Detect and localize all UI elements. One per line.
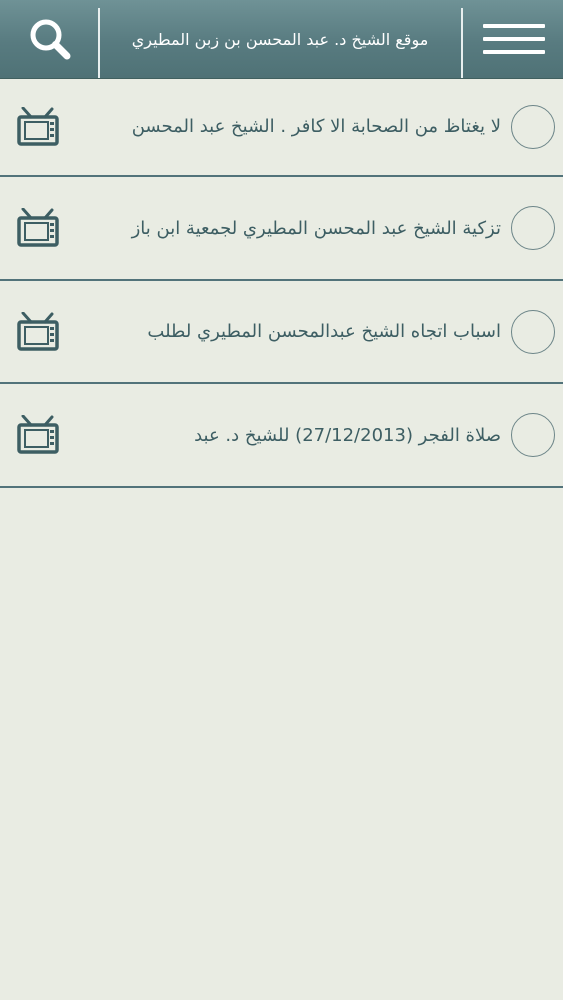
list-item[interactable]: اسباب اتجاه الشيخ عبدالمحسن المطيري لطلب xyxy=(0,281,563,384)
header-divider-right xyxy=(461,8,463,78)
menu-button[interactable] xyxy=(464,0,563,78)
list-item-title: تزكية الشيخ عبد المحسن المطيري لجمعية اب… xyxy=(131,217,501,239)
header-divider-left xyxy=(98,8,100,78)
hamburger-menu-icon xyxy=(482,24,545,54)
list-item-radio[interactable] xyxy=(511,309,555,354)
list-item[interactable]: لا يغتاظ من الصحابة الا كافر . الشيخ عبد… xyxy=(0,78,563,177)
list-item-title: صلاة الفجر (27/12/2013) للشيخ د. عبد xyxy=(194,424,501,446)
app-screen: موقع الشيخ د. عبد المحسن بن زبن المطيري … xyxy=(0,0,563,1000)
search-icon xyxy=(30,19,71,60)
list-item[interactable]: صلاة الفجر (27/12/2013) للشيخ د. عبد xyxy=(0,384,563,488)
list-item-radio[interactable] xyxy=(511,206,555,250)
search-button[interactable] xyxy=(0,0,100,78)
tv-icon xyxy=(17,106,59,146)
list-item-title: لا يغتاظ من الصحابة الا كافر . الشيخ عبد… xyxy=(131,116,501,137)
tv-icon xyxy=(17,311,59,351)
top-app-bar: موقع الشيخ د. عبد المحسن بن زبن المطيري xyxy=(0,0,563,78)
tv-icon xyxy=(17,208,59,247)
video-list: لا يغتاظ من الصحابة الا كافر . الشيخ عبد… xyxy=(0,78,563,488)
list-item-radio[interactable] xyxy=(511,413,555,457)
list-item-title: اسباب اتجاه الشيخ عبدالمحسن المطيري لطلب xyxy=(147,321,501,342)
tv-icon xyxy=(17,415,59,454)
list-item-radio[interactable] xyxy=(511,104,555,149)
list-item[interactable]: تزكية الشيخ عبد المحسن المطيري لجمعية اب… xyxy=(0,177,563,281)
page-title: موقع الشيخ د. عبد المحسن بن زبن المطيري xyxy=(131,29,429,49)
